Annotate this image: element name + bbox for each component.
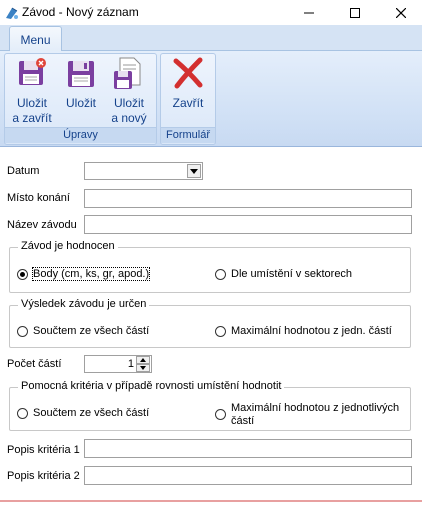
group-formular-label: Formulář (161, 127, 215, 143)
radio-sektory-label: Dle umístění v sektorech (231, 268, 353, 280)
save-icon (68, 61, 94, 87)
close-x-icon (173, 57, 203, 89)
radio-kriteria-max-indicator (215, 409, 226, 420)
pocet-spin-buttons (136, 356, 150, 372)
radio-vysledek-max[interactable]: Maximální hodnotou z jedn. částí (215, 325, 392, 337)
kriteria-legend: Pomocná kritéria v případě rovnosti umís… (18, 380, 285, 392)
spin-up-button[interactable] (136, 356, 150, 364)
radio-vysledek-max-indicator (215, 326, 226, 337)
datum-dropdown-button[interactable] (187, 164, 201, 178)
save-and-close-label-1: Uložit (16, 96, 47, 110)
tab-menu[interactable]: Menu (9, 26, 62, 52)
save-and-new-label-1: Uložit (113, 96, 144, 110)
datum-label: Datum (7, 165, 40, 177)
radio-vysledek-soucet-label: Součtem ze všech částí (33, 325, 150, 337)
misto-label: Místo konání (7, 192, 70, 204)
chevron-down-icon (140, 366, 146, 370)
radio-kriteria-max-label: Maximální hodnotou z jednotlivých částí (231, 402, 400, 427)
nazev-label: Název závodu (7, 219, 77, 231)
save-and-new-button[interactable]: Uložit a nový (106, 55, 152, 126)
radio-body[interactable]: Body (cm, ks, gr, apod.) (17, 267, 151, 281)
radio-vysledek-soucet-indicator (17, 326, 28, 337)
bottom-edge (0, 500, 422, 502)
spin-down-button[interactable] (136, 364, 150, 372)
save-label: Uložit (65, 96, 96, 110)
popis1-label: Popis kritéria 1 (7, 444, 80, 456)
radio-sektory[interactable]: Dle umístění v sektorech (215, 268, 352, 280)
maximize-button[interactable] (332, 0, 378, 25)
window-title: Závod - Nový záznam (22, 5, 139, 19)
close-window-button[interactable] (378, 0, 422, 25)
radio-kriteria-soucet[interactable]: Součtem ze všech částí (17, 407, 149, 419)
radio-kriteria-soucet-indicator (17, 408, 28, 419)
radio-body-indicator (17, 269, 28, 280)
datum-combo[interactable] (84, 162, 203, 180)
minimize-button[interactable] (286, 0, 332, 25)
popis1-input[interactable] (84, 439, 412, 458)
save-and-new-label-2: a nový (111, 111, 147, 125)
radio-vysledek-soucet[interactable]: Součtem ze všech částí (17, 325, 149, 337)
ribbon-tab-strip (0, 25, 422, 51)
title-bar: Závod - Nový záznam (0, 0, 422, 25)
radio-vysledek-max-label: Maximální hodnotou z jedn. částí (231, 325, 392, 337)
chevron-down-icon (190, 168, 198, 174)
save-new-icon (114, 57, 141, 89)
radio-kriteria-max[interactable]: Maximální hodnotou z jednotlivých částí (215, 402, 405, 428)
chevron-up-icon (140, 358, 146, 362)
close-icon (396, 7, 406, 18)
save-and-close-label-2: a zavřít (12, 111, 52, 125)
group-upravy-label: Úpravy (5, 127, 156, 143)
popis2-label: Popis kritéria 2 (7, 470, 80, 482)
close-form-button[interactable]: Zavřít (164, 55, 212, 111)
minimize-icon (304, 12, 314, 13)
radio-sektory-indicator (215, 269, 226, 280)
maximize-icon (350, 7, 360, 18)
nazev-input[interactable] (84, 215, 412, 234)
pocet-label: Počet částí (7, 358, 62, 370)
save-button[interactable]: Uložit (58, 55, 104, 111)
pocet-value: 1 (127, 358, 134, 370)
pocet-stepper[interactable]: 1 (84, 355, 152, 373)
popis2-input[interactable] (84, 466, 412, 485)
save-close-icon (19, 58, 46, 85)
hodnocen-legend: Závod je hodnocen (18, 240, 118, 252)
misto-input[interactable] (84, 189, 412, 208)
vysledek-legend: Výsledek závodu je určen (18, 298, 150, 310)
app-icon (6, 7, 18, 19)
save-and-close-button[interactable]: Uložit a zavřít (8, 55, 56, 126)
close-form-label: Zavřít (172, 96, 204, 110)
radio-kriteria-soucet-label: Součtem ze všech částí (33, 407, 150, 419)
radio-body-label: Body (cm, ks, gr, apod.) (31, 267, 151, 281)
